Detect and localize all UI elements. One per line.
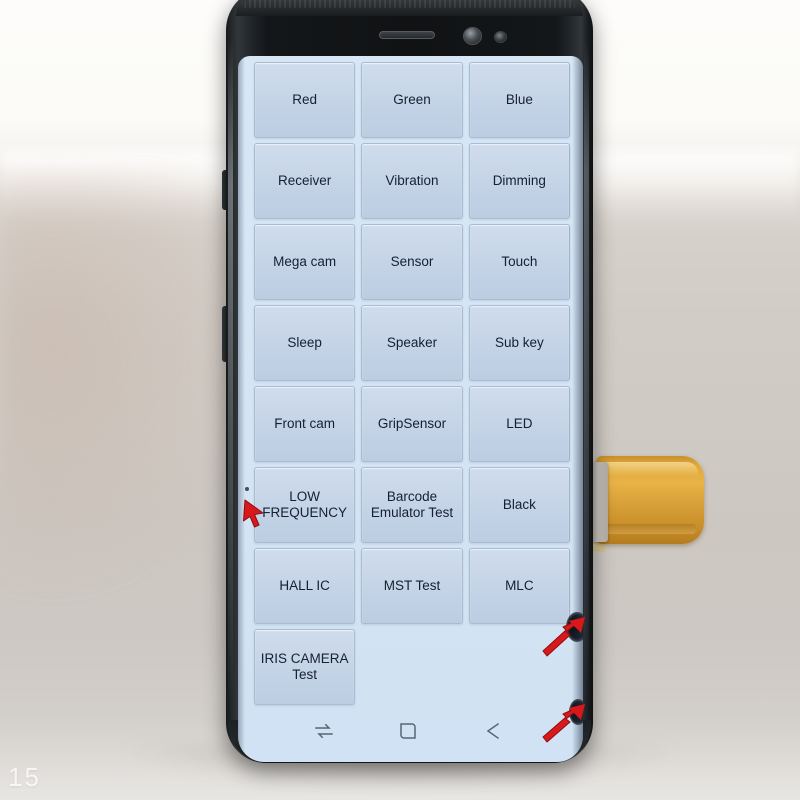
photo-scene: Red Green Blue Receiver Vibration Dimming Mega…	[0, 0, 800, 800]
home-icon[interactable]	[396, 719, 420, 743]
phone-screen[interactable]: Red Green Blue Receiver Vibration Dimming Mega…	[238, 56, 583, 762]
screen-defect-dot	[245, 487, 249, 491]
test-button[interactable]: Touch	[468, 224, 570, 300]
test-button[interactable]: Sensor	[361, 224, 463, 300]
phone-left-edge-highlight	[228, 40, 233, 700]
test-button[interactable]: Barcode Emulator Test	[361, 467, 463, 543]
defect-marker-right-lower	[539, 702, 591, 748]
flex-cable-sheen	[600, 462, 698, 476]
earpiece-speaker-icon	[379, 31, 435, 39]
test-button[interactable]: GripSensor	[361, 386, 463, 462]
defect-marker-right-upper	[539, 615, 591, 663]
phone-right-edge-highlight	[584, 40, 589, 700]
test-button[interactable]: HALL IC	[254, 548, 356, 624]
test-button[interactable]: LED	[468, 386, 570, 462]
screen-left-curve-shading	[238, 56, 245, 762]
iris-scanner-icon	[495, 32, 506, 42]
test-button[interactable]: Green	[361, 62, 463, 138]
test-button[interactable]: Sub key	[468, 305, 570, 381]
test-button[interactable]: Front cam	[254, 386, 356, 462]
test-menu-grid: Red Green Blue Receiver Vibration Dimming Mega…	[254, 62, 570, 705]
flex-connector	[591, 462, 608, 542]
test-button[interactable]: Sleep	[254, 305, 356, 381]
test-button[interactable]: IRIS CAMERA Test	[254, 629, 356, 705]
image-watermark: 15	[8, 762, 41, 792]
background-warm-tint	[0, 170, 260, 600]
phone-top-edge-texture	[244, 0, 575, 8]
test-button[interactable]: Red	[254, 62, 356, 138]
test-button[interactable]: Receiver	[254, 143, 356, 219]
test-button[interactable]: Blue	[468, 62, 570, 138]
test-button[interactable]: MST Test	[361, 548, 463, 624]
front-camera-icon	[464, 28, 481, 44]
flex-cable-fold	[600, 524, 696, 534]
android-navigation-bar	[238, 708, 583, 754]
test-button[interactable]: Mega cam	[254, 224, 356, 300]
test-button[interactable]: Black	[468, 467, 570, 543]
test-button[interactable]: MLC	[468, 548, 570, 624]
test-button[interactable]: Speaker	[361, 305, 463, 381]
test-button[interactable]: Dimming	[468, 143, 570, 219]
defect-marker-left	[238, 496, 280, 540]
recents-icon[interactable]	[312, 719, 336, 743]
test-button[interactable]: Vibration	[361, 143, 463, 219]
back-icon[interactable]	[481, 719, 505, 743]
